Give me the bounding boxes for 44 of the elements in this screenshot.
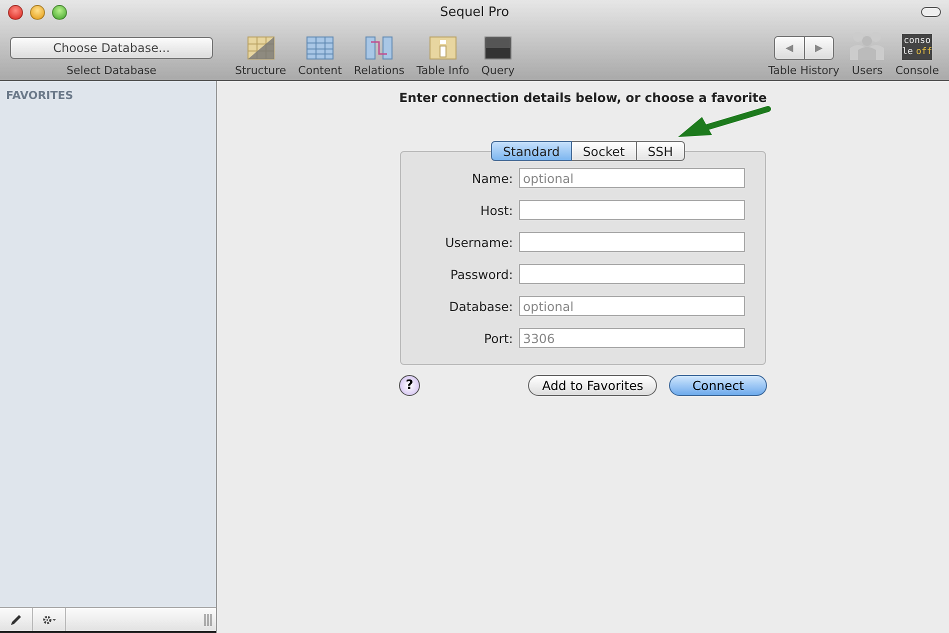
toolbar-label: Structure (235, 64, 286, 77)
input-field[interactable] (519, 264, 745, 284)
dialog-button[interactable]: Add to Favorites (528, 375, 658, 396)
window-title: Sequel Pro (438, 4, 510, 20)
dialog-button[interactable]: Connect (669, 375, 767, 396)
field-label: Name: (470, 170, 513, 186)
field-label: Username: (444, 234, 513, 250)
input-field[interactable] (519, 232, 745, 252)
field-label: Port: (483, 330, 513, 346)
info-icon[interactable] (428, 36, 457, 60)
toolbar-label: Users (852, 64, 883, 77)
toolbar-label: Relations (354, 64, 404, 77)
input-field[interactable]: 3306 (519, 328, 745, 348)
connection-tab[interactable]: SSH (636, 141, 685, 161)
table-structure-icon[interactable] (246, 36, 275, 60)
toolbar-label: Console (895, 64, 939, 77)
field-label: Database: (448, 298, 513, 314)
terminal-icon[interactable] (484, 36, 512, 60)
toolbar-label: Table Info (416, 64, 470, 77)
toolbar-label: Select Database (66, 64, 156, 77)
input-field[interactable] (519, 200, 745, 220)
close-button[interactable] (8, 4, 23, 20)
toolbar-label: Table History (768, 64, 840, 77)
toolbar-label: Content (298, 64, 342, 77)
pencil-icon (9, 614, 23, 626)
gear-icon (42, 614, 56, 626)
input-field[interactable]: optional (519, 296, 745, 316)
minimize-button[interactable] (30, 4, 45, 20)
database-popup[interactable]: Choose Database... (10, 37, 213, 59)
connection-tab[interactable]: Standard (491, 141, 572, 161)
field-label: Password: (449, 266, 513, 282)
zoom-button[interactable] (52, 4, 67, 20)
help-button[interactable]: ? (399, 375, 420, 396)
sidebar-heading: FAVORITES (6, 89, 74, 102)
resize-handle-icon[interactable] (204, 614, 212, 626)
toolbar-toggle-button[interactable] (921, 7, 941, 17)
field-label: Host: (479, 202, 513, 218)
relations-icon[interactable] (365, 36, 394, 60)
console-toggle-button[interactable]: conso le off (902, 34, 932, 60)
input-field[interactable]: optional (519, 168, 745, 188)
connection-tab[interactable]: Socket (572, 141, 637, 161)
table-grid-icon[interactable] (306, 36, 334, 60)
connection-heading: Enter connection details below, or choose a favorite (399, 90, 767, 105)
toolbar-label: Query (481, 64, 515, 77)
